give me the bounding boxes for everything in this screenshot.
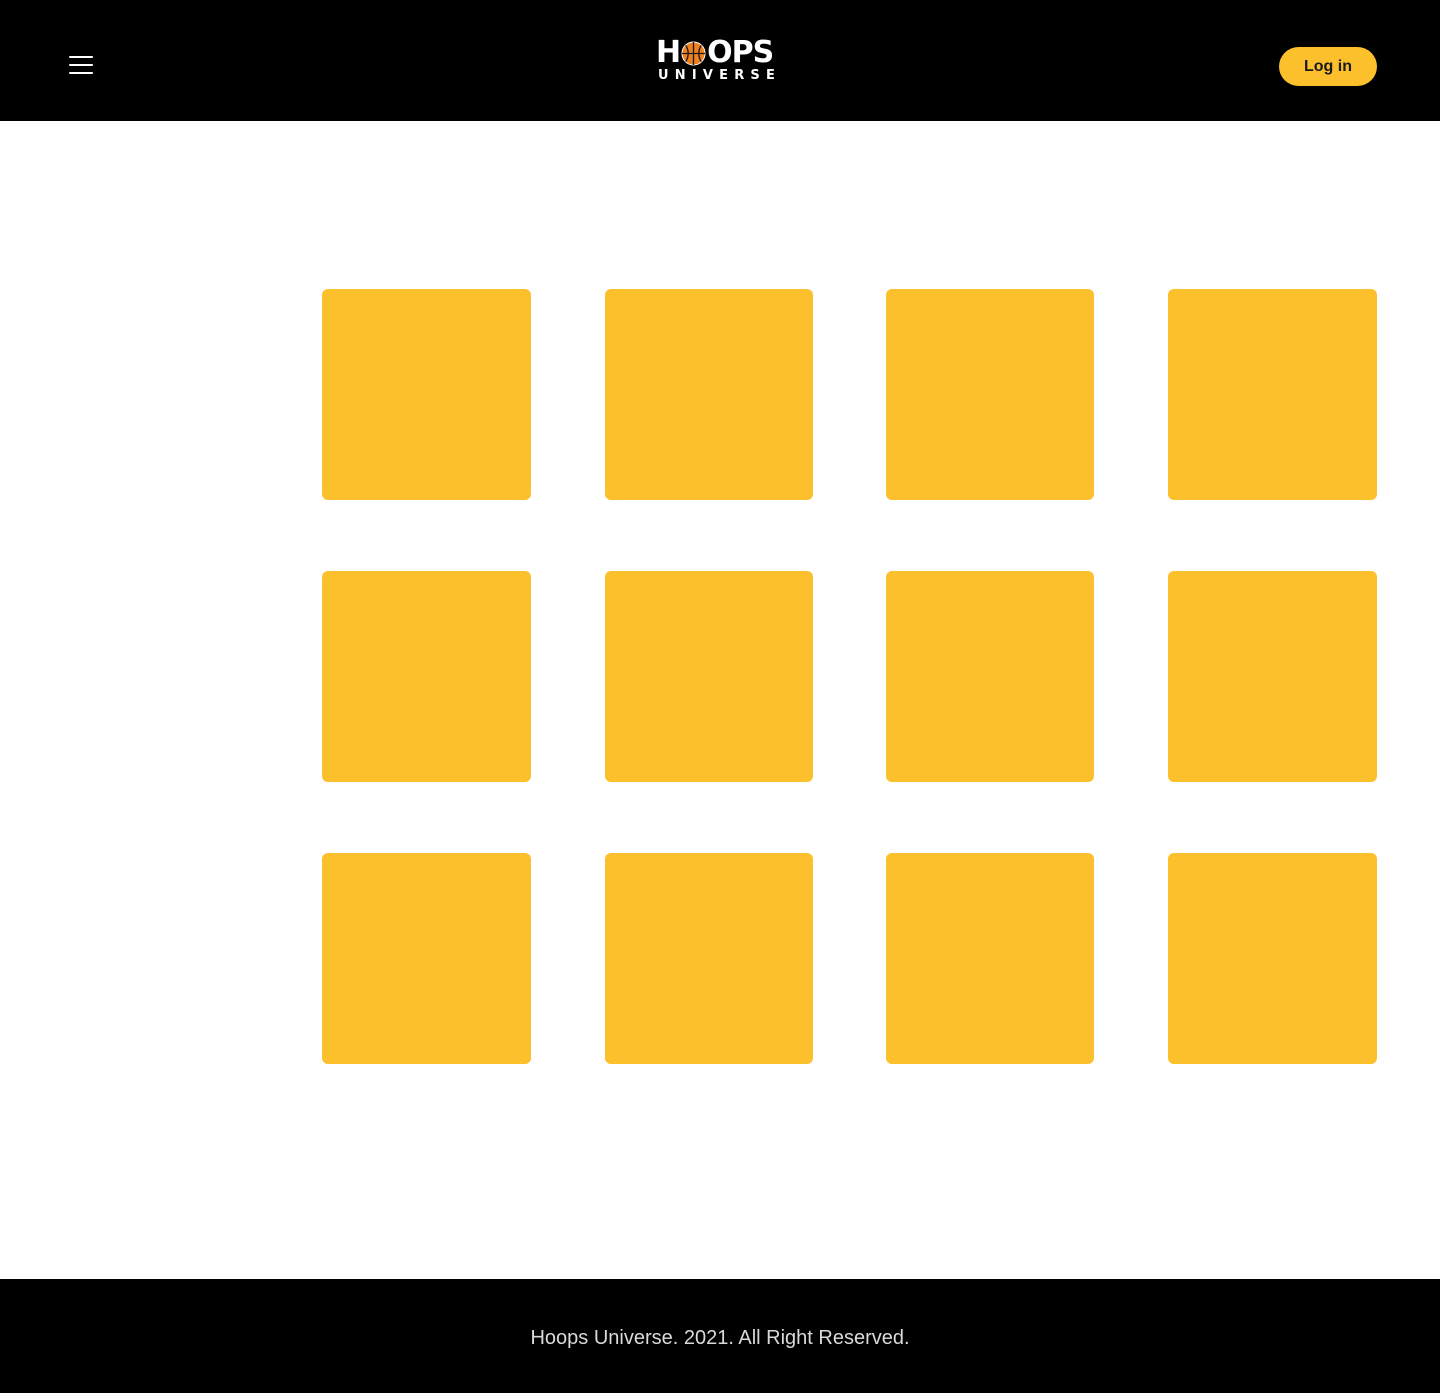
hamburger-menu-icon[interactable]	[69, 56, 93, 75]
grid-tile[interactable]	[886, 853, 1094, 1064]
site-header: H OPS UNIVERSE Log in	[0, 0, 1440, 121]
grid-tile[interactable]	[886, 571, 1094, 782]
site-footer: Hoops Universe. 2021. All Right Reserved…	[0, 1279, 1440, 1393]
menu-line	[69, 64, 93, 66]
logo-letters-ops: OPS	[707, 35, 774, 70]
grid-tile[interactable]	[605, 571, 813, 782]
menu-line	[69, 56, 93, 58]
logo-wordmark-bottom: UNIVERSE	[658, 68, 782, 83]
hoops-universe-logo[interactable]: H OPS UNIVERSE	[656, 38, 784, 86]
logo-letter-h: H	[656, 35, 681, 70]
grid-tile[interactable]	[605, 853, 813, 1064]
logo-wordmark-top: H OPS	[656, 35, 774, 70]
grid-tile[interactable]	[1168, 289, 1377, 500]
copyright-text: Hoops Universe. 2021. All Right Reserved…	[530, 1327, 910, 1349]
menu-line	[69, 72, 93, 74]
grid-tile[interactable]	[1168, 571, 1377, 782]
grid-tile[interactable]	[605, 289, 813, 500]
grid-tile[interactable]	[886, 289, 1094, 500]
basketball-icon	[681, 40, 706, 66]
login-button[interactable]: Log in	[1279, 47, 1377, 86]
grid-tile[interactable]	[322, 571, 531, 782]
grid-tile[interactable]	[322, 289, 531, 500]
grid-tile[interactable]	[1168, 853, 1377, 1064]
grid-tile[interactable]	[322, 853, 531, 1064]
